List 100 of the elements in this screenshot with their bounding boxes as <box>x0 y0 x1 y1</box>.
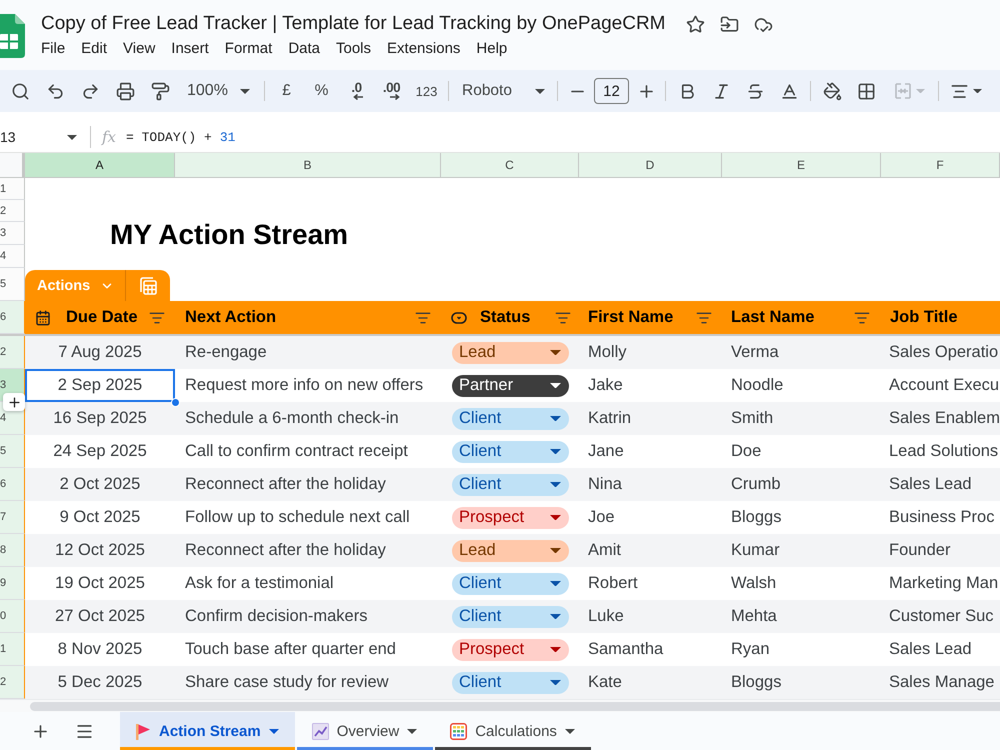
status-dropdown[interactable]: Lead <box>452 540 569 562</box>
table-cell-text: Samantha <box>587 639 664 660</box>
status-dropdown[interactable]: Client <box>452 672 569 694</box>
scrollbar-thumb[interactable] <box>30 702 1000 710</box>
table-cell-text: 24 Sep 2025 <box>52 441 148 462</box>
folder-arrow-icon[interactable] <box>720 14 740 34</box>
increase-decimal-button[interactable]: .00 <box>374 76 409 106</box>
status-dropdown[interactable]: Prospect <box>452 506 569 528</box>
caret-icon <box>67 134 77 140</box>
row-number[interactable]: 0 <box>0 610 6 622</box>
column-header[interactable]: F <box>881 153 1000 178</box>
menu-item[interactable]: Data <box>280 38 328 60</box>
menu-item[interactable]: Help <box>468 38 516 60</box>
menu-item[interactable]: Format <box>216 38 280 60</box>
number-format-button[interactable]: 123 <box>409 76 444 106</box>
column-header[interactable]: E <box>722 153 881 178</box>
filter-icon[interactable] <box>149 310 165 326</box>
row-number[interactable]: 1 <box>0 643 6 655</box>
zoom-select[interactable]: 100% <box>178 76 260 106</box>
print-icon[interactable] <box>116 82 135 100</box>
spreadsheet-logo-icon[interactable] <box>0 14 25 58</box>
column-title: Due Date <box>66 308 138 327</box>
status-dropdown[interactable]: Client <box>452 606 569 628</box>
row-number[interactable]: 5 <box>0 445 6 457</box>
status-dropdown[interactable]: Lead <box>452 342 569 364</box>
filter-icon[interactable] <box>415 310 431 326</box>
column-header[interactable]: A <box>25 153 175 178</box>
row-number[interactable]: 8 <box>0 544 6 556</box>
caret-icon <box>407 728 418 734</box>
menu-item[interactable]: Insert <box>163 38 217 60</box>
status-dropdown[interactable]: Prospect <box>452 638 569 660</box>
paint-roller-icon[interactable] <box>151 82 170 100</box>
document-title[interactable]: Copy of Free Lead Tracker | Template for Lead Tracking by OnePageCRM <box>41 13 666 35</box>
table-cell-text: 16 Sep 2025 <box>52 408 148 429</box>
status-dropdown[interactable]: Partner <box>452 374 569 396</box>
table-cell-text: Robert <box>587 573 639 594</box>
row-number[interactable]: 2 <box>0 346 6 358</box>
filter-icon[interactable] <box>696 310 712 326</box>
row-number[interactable]: 6 <box>0 478 6 490</box>
row-number[interactable]: 9 <box>0 577 6 589</box>
menu-item[interactable]: Edit <box>73 38 116 60</box>
status-dropdown[interactable]: Client <box>452 474 569 496</box>
table-cell-text: Marketing Man <box>888 573 1000 594</box>
currency-button[interactable]: £ <box>269 76 304 106</box>
borders-icon[interactable] <box>857 82 876 100</box>
row-number[interactable]: 3 <box>0 227 6 239</box>
formula-text: 31 <box>220 130 236 144</box>
table-cell-text: Reconnect after the holiday <box>184 474 387 495</box>
caret-icon <box>240 88 250 94</box>
formula-text: = TODAY() + <box>126 130 212 144</box>
menu-item[interactable]: View <box>115 38 164 60</box>
table-cell-text: Nina <box>587 474 623 495</box>
percent-button[interactable]: % <box>304 76 339 106</box>
filter-icon[interactable] <box>854 310 870 326</box>
menu-item[interactable]: Tools <box>328 38 380 60</box>
undo-icon[interactable] <box>46 82 65 100</box>
sheet-title: MY Action Stream <box>110 219 348 251</box>
add-row-button[interactable] <box>3 393 25 411</box>
filter-icon[interactable] <box>555 310 571 326</box>
status-dropdown[interactable]: Client <box>452 408 569 430</box>
text-color-icon[interactable] <box>780 82 798 100</box>
column-title: First Name <box>588 308 674 327</box>
redo-icon[interactable] <box>81 82 100 100</box>
fill-color-icon[interactable] <box>822 82 842 100</box>
search-icon[interactable] <box>11 82 30 100</box>
font-size-field[interactable]: 12 <box>594 78 629 104</box>
row-number[interactable]: 7 <box>0 511 6 523</box>
row-number[interactable]: 4 <box>0 412 6 424</box>
table-cell-text: Joe <box>587 507 616 528</box>
star-icon[interactable] <box>686 14 706 34</box>
row-number[interactable]: 4 <box>0 250 6 262</box>
arrow-left-icon <box>353 94 363 100</box>
table-cell-text: Smith <box>730 408 774 429</box>
row-number[interactable]: 5 <box>0 278 6 290</box>
table-cell-text: Schedule a 6-month check-in <box>184 408 400 429</box>
sheet-tab[interactable]: Overview <box>296 712 434 750</box>
row-number[interactable]: 2 <box>0 676 6 688</box>
table-cell-text: Call to confirm contract receipt <box>184 441 409 462</box>
status-dropdown[interactable]: Client <box>452 440 569 462</box>
table-cell-text: 9 Oct 2025 <box>58 507 142 528</box>
row-number[interactable]: 6 <box>0 311 6 323</box>
status-dropdown[interactable]: Client <box>452 572 569 594</box>
column-header[interactable]: C <box>441 153 579 178</box>
column-header[interactable]: B <box>175 153 441 178</box>
menu-item[interactable]: Extensions <box>379 38 468 60</box>
font-select[interactable]: Roboto <box>453 76 553 106</box>
table-cell-text: Sales Enablem <box>888 408 1000 429</box>
column-header[interactable]: D <box>579 153 722 178</box>
column-title: Status <box>480 308 530 327</box>
decrease-decimal-button[interactable]: .0 <box>339 76 374 106</box>
sheet-tab[interactable]: Action Stream <box>120 712 295 750</box>
strikethrough-icon[interactable] <box>746 82 764 100</box>
row-number[interactable]: 1 <box>0 182 6 194</box>
name-box[interactable]: 13 <box>0 124 82 150</box>
row-number[interactable]: 2 <box>0 204 6 216</box>
menu-item[interactable]: File <box>33 38 74 60</box>
table-cell-text: Kate <box>587 672 623 693</box>
row-number[interactable]: 3 <box>0 379 6 391</box>
table-cell-text: Katrin <box>587 408 632 429</box>
sheet-tab[interactable]: Calculations <box>435 712 591 750</box>
